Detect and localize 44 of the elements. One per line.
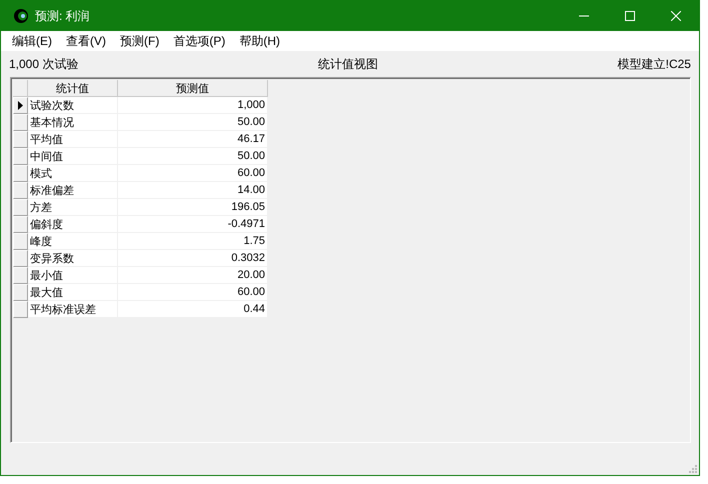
table-cell: 试验次数 xyxy=(28,97,118,114)
table-cell: 46.17 xyxy=(118,131,268,148)
table-cell: 20.00 xyxy=(118,267,268,284)
window-title: 预测: 利润 xyxy=(35,8,91,24)
table-cell: 196.05 xyxy=(118,199,268,216)
table-cell: 模式 xyxy=(28,165,118,182)
table-cell: 0.3032 xyxy=(118,250,268,267)
table-cell: 1,000 xyxy=(118,97,268,114)
table-cell: 峰度 xyxy=(28,233,118,250)
corner-header xyxy=(13,80,28,97)
table-cell: 平均值 xyxy=(28,131,118,148)
resize-grip-icon xyxy=(687,463,697,473)
table-cell: 偏斜度 xyxy=(28,216,118,233)
column-header[interactable]: 统计值 xyxy=(28,80,118,97)
trials-count: 1,000 次试验 xyxy=(9,56,78,72)
view-title: 统计值视图 xyxy=(318,56,378,72)
menu-item[interactable]: 查看(V) xyxy=(59,32,113,50)
table-cell: 方差 xyxy=(28,199,118,216)
menu-item[interactable]: 编辑(E) xyxy=(5,32,59,50)
row-header[interactable] xyxy=(13,97,28,114)
table-cell: 14.00 xyxy=(118,182,268,199)
cell-reference: 模型建立!C25 xyxy=(618,56,691,72)
table-cell: 最小值 xyxy=(28,267,118,284)
menu-item[interactable]: 帮助(H) xyxy=(232,32,287,50)
app-logo-icon xyxy=(13,8,29,24)
column-header[interactable]: 预测值 xyxy=(118,80,268,97)
table-cell: 60.00 xyxy=(118,165,268,182)
table-cell: 50.00 xyxy=(118,114,268,131)
table-cell: 平均标准误差 xyxy=(28,301,118,318)
table-cell: 50.00 xyxy=(118,148,268,165)
table-cell: -0.4971 xyxy=(118,216,268,233)
table-cell: 中间值 xyxy=(28,148,118,165)
table-cell: 变异系数 xyxy=(28,250,118,267)
table-cell: 标准偏差 xyxy=(28,182,118,199)
menu-item[interactable]: 首选项(P) xyxy=(166,32,232,50)
current-row-icon xyxy=(18,101,23,110)
table-cell: 0.44 xyxy=(118,301,268,318)
table-cell: 基本情况 xyxy=(28,114,118,131)
table-cell: 1.75 xyxy=(118,233,268,250)
table-cell: 60.00 xyxy=(118,284,268,301)
menu-item[interactable]: 预测(F) xyxy=(113,32,166,50)
maximize-icon xyxy=(625,11,635,21)
table-cell: 最大值 xyxy=(28,284,118,301)
close-icon xyxy=(671,11,681,21)
